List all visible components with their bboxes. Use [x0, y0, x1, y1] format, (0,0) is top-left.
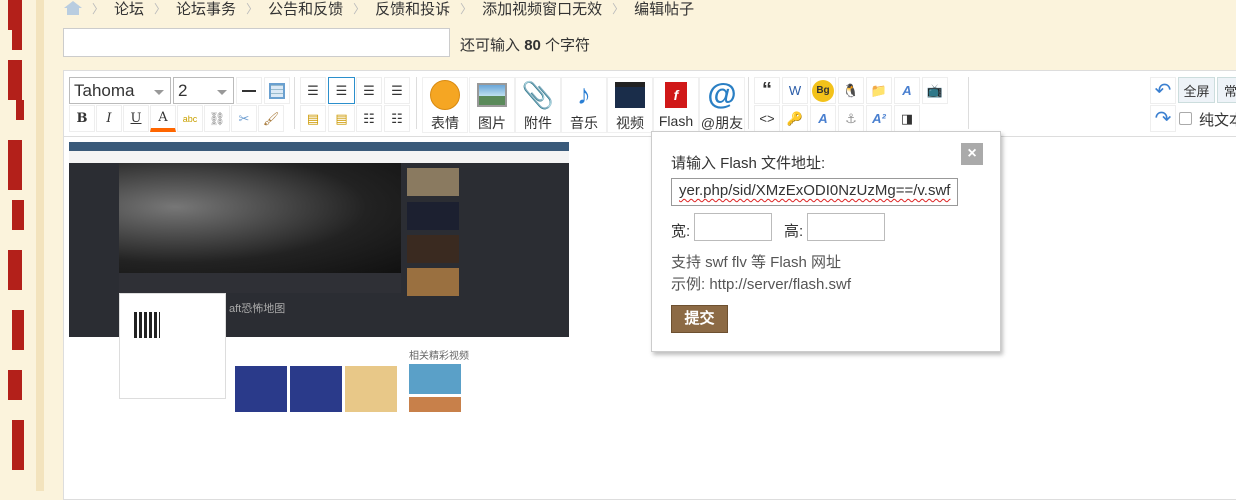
breadcrumb-item[interactable]: 公告和反馈 [268, 0, 343, 19]
italic-button[interactable]: I [96, 105, 122, 132]
background-button[interactable]: Bg [810, 77, 836, 104]
music-icon: ♪ [577, 79, 591, 110]
align-center-icon[interactable]: ☰ [356, 77, 382, 104]
redo-icon[interactable]: ↷ [1150, 105, 1176, 132]
width-input[interactable] [694, 213, 772, 241]
table-button[interactable] [264, 77, 290, 104]
at-icon: @ [707, 78, 737, 111]
quote-icon[interactable]: “ [754, 77, 780, 104]
editor: Tahoma 2 B I U A abc ⛓ ✂ 🖌 ☰ ☰ ☰ ☰ ▤ ▤ ☷… [63, 70, 1236, 500]
float-right-icon[interactable]: ▤ [328, 105, 355, 132]
flash-icon: f [654, 78, 698, 112]
decorative-border [0, 0, 60, 491]
highlight-icon[interactable]: abc [177, 105, 203, 132]
tv-icon[interactable]: 📺 [922, 77, 948, 104]
home-icon[interactable] [64, 1, 82, 15]
mention-button[interactable]: @ @朋友 [699, 77, 745, 133]
breadcrumb-item[interactable]: 反馈和投诉 [375, 0, 450, 19]
unordered-list-icon[interactable]: ☷ [384, 105, 410, 132]
qq-icon[interactable]: 🐧 [838, 77, 864, 104]
bold-button[interactable]: B [69, 105, 95, 132]
embedded-screenshot: aft恐怖地图 相关精彩视频 [69, 142, 569, 412]
free-icon[interactable]: ◨ [894, 105, 920, 132]
related-videos-title: 相关精彩视频 [409, 351, 469, 362]
video-button[interactable]: 视频 [607, 77, 653, 133]
bg-icon: Bg [812, 79, 834, 102]
float-left-icon[interactable]: ▤ [300, 105, 326, 132]
remaining-chars: 还可输入 80 个字符 [460, 37, 591, 54]
align-left-icon[interactable]: ☰ [328, 77, 355, 104]
submit-button[interactable]: 提交 [671, 305, 728, 333]
fullscreen-button[interactable]: 全屏 [1178, 77, 1215, 103]
unlink-icon[interactable]: ✂ [231, 105, 257, 132]
code-icon[interactable]: <> [754, 105, 780, 132]
font-style-icon[interactable]: A [810, 105, 836, 132]
paperclip-icon: 📎 [521, 79, 555, 110]
word-paste-icon[interactable]: W [782, 77, 808, 104]
editor-toolbar: Tahoma 2 B I U A abc ⛓ ✂ 🖌 ☰ ☰ ☰ ☰ ▤ ▤ ☷… [64, 71, 1236, 137]
flash-button[interactable]: f Flash [653, 77, 699, 133]
font-color-button[interactable]: A [150, 105, 176, 132]
subscript-icon[interactable]: A [894, 77, 920, 104]
underline-button[interactable]: U [123, 105, 149, 132]
image-icon [470, 78, 514, 112]
breadcrumb-current: 编辑帖子 [634, 0, 695, 18]
width-label: 宽: [671, 223, 691, 240]
video-icon [608, 78, 652, 112]
title-input[interactable] [63, 28, 450, 57]
common-button[interactable]: 常 [1217, 77, 1236, 103]
align-justify-icon[interactable]: ☰ [300, 77, 326, 104]
hr-icon [242, 89, 256, 92]
flash-url-input[interactable]: yer.php/sid/XMzExODI0NzUzMg==/v.swf [671, 178, 958, 206]
anchor-icon[interactable]: ⚓ [838, 105, 864, 132]
close-icon[interactable]: × [961, 143, 983, 165]
ordered-list-icon[interactable]: ☷ [356, 105, 382, 132]
flash-dialog: 请输入 Flash 文件地址: × yer.php/sid/XMzExODI0N… [651, 131, 1001, 352]
support-hint: 支持 swf flv 等 Flash 网址 [671, 254, 842, 271]
example-hint: 示例: http://server/flash.swf [671, 276, 852, 293]
smiley-icon [423, 78, 467, 112]
link-icon[interactable]: ⛓ [204, 105, 230, 132]
breadcrumb-item[interactable]: 论坛 [114, 0, 144, 19]
folder-icon[interactable]: 📁 [866, 77, 892, 104]
height-label: 高: [784, 223, 804, 240]
key-icon[interactable]: 🔑 [782, 105, 808, 132]
clear-format-icon[interactable]: 🖌 [258, 105, 284, 132]
plaintext-checkbox[interactable] [1179, 112, 1192, 125]
breadcrumb: 〉论坛 〉论坛事务 〉公告和反馈 〉反馈和投诉 〉添加视频窗口无效 〉编辑帖子 [64, 0, 695, 19]
attachment-button[interactable]: 📎 附件 [515, 77, 561, 133]
smiley-button[interactable]: 表情 [422, 77, 468, 133]
undo-icon[interactable]: ↶ [1150, 77, 1176, 104]
video-title: aft恐怖地图 [229, 303, 286, 315]
image-button[interactable]: 图片 [469, 77, 515, 133]
table-icon [269, 82, 285, 99]
size-select[interactable]: 2 [173, 77, 234, 104]
music-button[interactable]: ♪ 音乐 [561, 77, 607, 133]
superscript-icon[interactable]: A² [866, 105, 892, 132]
height-input[interactable] [807, 213, 885, 241]
breadcrumb-item[interactable]: 论坛事务 [176, 0, 236, 19]
font-select[interactable]: Tahoma [69, 77, 171, 104]
plaintext-label: 纯文本 [1199, 112, 1236, 129]
align-right-icon[interactable]: ☰ [384, 77, 410, 104]
dialog-title: 请输入 Flash 文件地址: [671, 155, 826, 172]
hr-button[interactable] [236, 77, 262, 104]
breadcrumb-item[interactable]: 添加视频窗口无效 [482, 0, 602, 19]
